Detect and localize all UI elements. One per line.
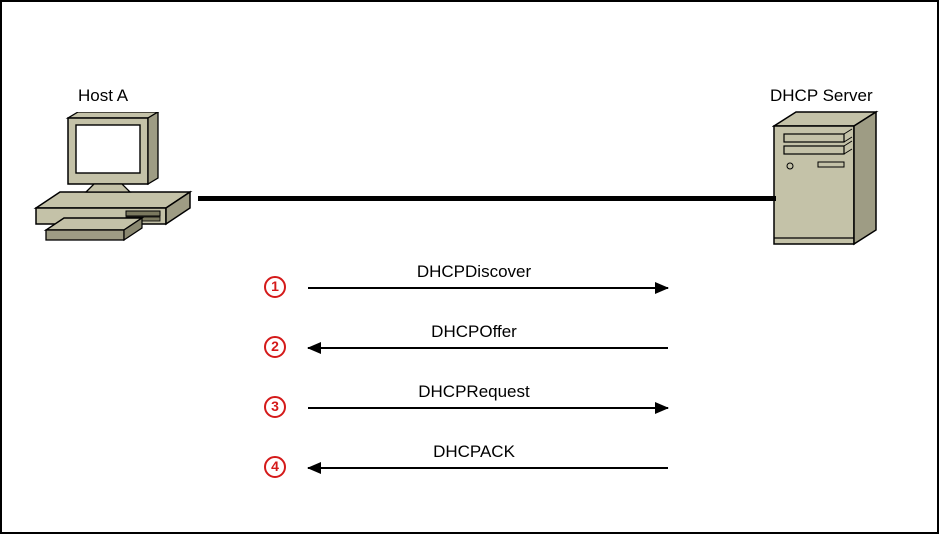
network-cable — [198, 196, 776, 201]
step-4-row: 4 DHCPACK — [264, 446, 684, 486]
step-3-row: 3 DHCPRequest — [264, 386, 684, 426]
step-2-row: 2 DHCPOffer — [264, 326, 684, 366]
step-3-label: DHCPRequest — [264, 382, 684, 402]
server-label: DHCP Server — [770, 86, 873, 106]
diagram-canvas: Host A DHCP Server — [0, 0, 939, 534]
host-label: Host A — [78, 86, 128, 106]
step-1-label: DHCPDiscover — [264, 262, 684, 282]
dhcp-server-icon — [772, 110, 882, 248]
host-computer-icon — [32, 112, 202, 262]
step-4-label: DHCPACK — [264, 442, 684, 462]
step-1-row: 1 DHCPDiscover — [264, 266, 684, 306]
step-2-label: DHCPOffer — [264, 322, 684, 342]
